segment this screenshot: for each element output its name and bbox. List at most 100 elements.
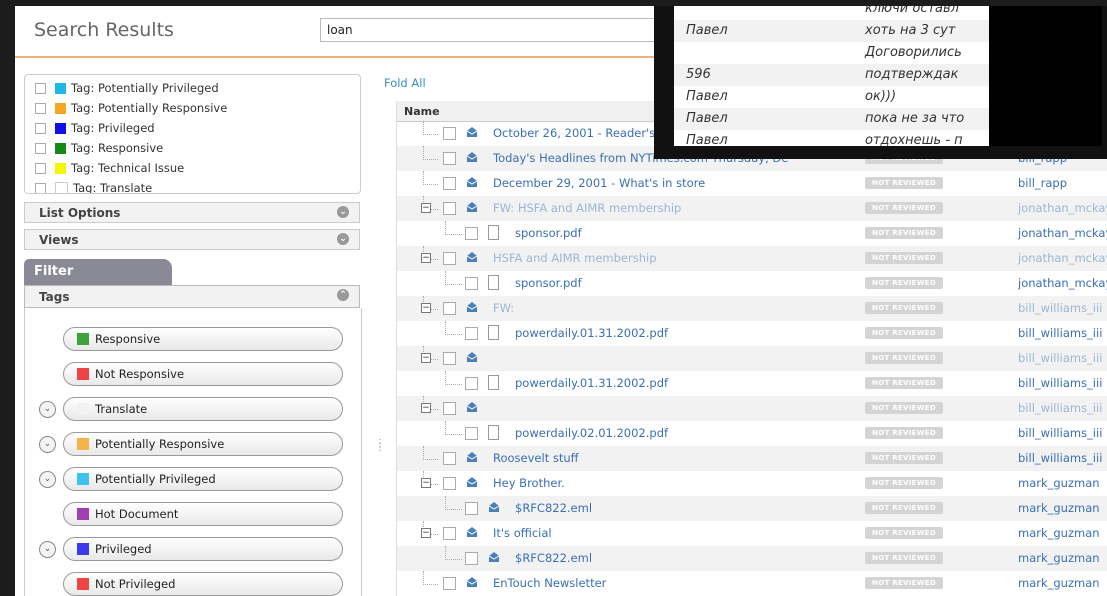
checkbox[interactable] [35,182,46,193]
table-row[interactable]: sponsor.pdf NOT REVIEWED jonathan_mckay [397,221,1107,246]
table-row[interactable]: − NOT REVIEWED bill_williams_iii [397,346,1107,371]
row-subject-link[interactable]: It's official [493,526,552,540]
custodian-link[interactable]: bill_williams_iii [1018,451,1102,465]
custodian-link[interactable]: bill_williams_iii [1018,351,1102,365]
row-checkbox[interactable] [443,302,456,315]
custodian-link[interactable]: bill_williams_iii [1018,376,1102,390]
checkbox[interactable] [35,122,46,134]
tag-filter-button[interactable]: Potentially Privileged [63,467,343,491]
custodian-link[interactable]: mark_guzman [1018,476,1100,490]
chevron-down-icon[interactable]: ⌄ [39,541,56,558]
table-row[interactable]: − Hey Brother. NOT REVIEWED mark_guzman [397,471,1107,496]
table-row[interactable]: Roosevelt stuff NOT REVIEWED bill_williams… [397,446,1107,471]
row-subject-link[interactable]: powerdaily.01.31.2002.pdf [515,326,668,340]
table-row[interactable]: − NOT REVIEWED bill_williams_iii [397,396,1107,421]
row-subject-link[interactable]: Hey Brother. [493,476,565,490]
row-subject-link[interactable]: FW: [493,301,514,315]
custodian-link[interactable]: jonathan_mckay [1018,226,1107,240]
chevron-down-icon[interactable]: ⌄ [337,206,349,218]
custodian-link[interactable]: bill_rapp [1018,176,1067,190]
checkbox[interactable] [35,162,46,174]
row-subject-link[interactable]: $RFC822.eml [515,551,592,565]
row-checkbox[interactable] [443,152,456,165]
table-row[interactable]: − FW: HSFA and AIMR membership NOT REVIEWE… [397,196,1107,221]
tag-legend-item[interactable]: Tag: Potentially Privileged [35,79,219,97]
expand-toggle-icon[interactable]: − [421,203,431,213]
row-checkbox[interactable] [465,277,478,290]
checkbox[interactable] [35,82,46,94]
expand-toggle-icon[interactable]: − [421,303,431,313]
tag-legend-item[interactable]: Tag: Privileged [35,119,155,137]
custodian-link[interactable]: mark_guzman [1018,526,1100,540]
chevron-down-icon[interactable]: ⌄ [39,436,56,453]
list-options-section[interactable]: List Options ⌄ [24,202,360,223]
row-checkbox[interactable] [465,227,478,240]
table-row[interactable]: powerdaily.01.31.2002.pdf NOT REVIEWED bil… [397,321,1107,346]
table-row[interactable]: powerdaily.01.31.2002.pdf NOT REVIEWED bil… [397,371,1107,396]
table-row[interactable]: $RFC822.eml NOT REVIEWED mark_guzman [397,546,1107,571]
expand-toggle-icon[interactable]: − [421,353,431,363]
tag-legend-list[interactable]: Tag: Potentially Privileged Tag: Potentia… [24,74,361,194]
custodian-link[interactable]: mark_guzman [1018,576,1100,590]
row-subject-link[interactable]: powerdaily.02.01.2002.pdf [515,426,668,440]
table-row[interactable]: − It's official NOT REVIEWED mark_guzman [397,521,1107,546]
custodian-link[interactable]: jonathan_mckay [1018,201,1107,215]
row-subject-link[interactable]: powerdaily.01.31.2002.pdf [515,376,668,390]
tag-filter-button[interactable]: Not Responsive [63,362,343,386]
custodian-link[interactable]: bill_williams_iii [1018,301,1102,315]
expand-toggle-icon[interactable]: − [421,253,431,263]
splitter-handle[interactable]: ⋮ ⋮ [375,439,385,453]
tag-filter-button[interactable]: Potentially Responsive [63,432,343,456]
row-checkbox[interactable] [443,477,456,490]
row-subject-link[interactable]: EnTouch Newsletter [493,576,606,590]
chevron-down-icon[interactable]: ⌄ [39,471,56,488]
row-checkbox[interactable] [443,177,456,190]
row-checkbox[interactable] [443,527,456,540]
tag-legend-item[interactable]: Tag: Translate [35,179,152,193]
tag-legend-item[interactable]: Tag: Potentially Responsive [35,99,227,117]
row-checkbox[interactable] [443,577,456,590]
table-row[interactable]: $RFC822.eml NOT REVIEWED mark_guzman [397,496,1107,521]
row-checkbox[interactable] [443,127,456,140]
row-checkbox[interactable] [465,552,478,565]
checkbox[interactable] [35,142,46,154]
row-checkbox[interactable] [465,502,478,515]
expand-toggle-icon[interactable]: − [421,478,431,488]
fold-all-link[interactable]: Fold All [384,76,426,90]
tag-filter-button[interactable]: Privileged [63,537,343,561]
row-subject-link[interactable]: sponsor.pdf [515,276,582,290]
chevron-up-icon[interactable]: ⌃ [337,289,349,301]
table-row[interactable]: EnTouch Newsletter NOT REVIEWED mark_guzma… [397,571,1107,596]
custodian-link[interactable]: jonathan_mckay [1018,251,1107,265]
custodian-link[interactable]: mark_guzman [1018,501,1100,515]
table-row[interactable]: − HSFA and AIMR membership NOT REVIEWED jon… [397,246,1107,271]
tag-legend-item[interactable]: Tag: Technical Issue [35,159,184,177]
custodian-link[interactable]: jonathan_mckay [1018,276,1107,290]
row-checkbox[interactable] [443,402,456,415]
custodian-link[interactable]: bill_williams_iii [1018,426,1102,440]
row-subject-link[interactable]: Roosevelt stuff [493,451,579,465]
checkbox[interactable] [35,102,46,114]
row-subject-link[interactable]: sponsor.pdf [515,226,582,240]
table-row[interactable]: sponsor.pdf NOT REVIEWED jonathan_mckay [397,271,1107,296]
row-subject-link[interactable]: HSFA and AIMR membership [493,251,657,265]
row-subject-link[interactable]: October 26, 2001 - Reader's [493,126,655,140]
row-checkbox[interactable] [443,202,456,215]
views-section[interactable]: Views ⌄ [24,229,360,250]
row-checkbox[interactable] [443,252,456,265]
tag-filter-button[interactable]: Not Privileged [63,572,343,596]
tag-filter-button[interactable]: Responsive [63,327,343,351]
row-subject-link[interactable]: FW: HSFA and AIMR membership [493,201,681,215]
tag-filter-button[interactable]: Hot Document [63,502,343,526]
custodian-link[interactable]: mark_guzman [1018,551,1100,565]
chevron-down-icon[interactable]: ⌄ [337,233,349,245]
expand-toggle-icon[interactable]: − [421,528,431,538]
tag-filter-button[interactable]: Translate [63,397,343,421]
row-checkbox[interactable] [465,377,478,390]
row-checkbox[interactable] [465,327,478,340]
column-header-name[interactable]: Name [404,105,440,118]
table-row[interactable]: December 29, 2001 - What's in store NOT R… [397,171,1107,196]
custodian-link[interactable]: bill_williams_iii [1018,326,1102,340]
row-checkbox[interactable] [443,352,456,365]
row-checkbox[interactable] [443,452,456,465]
